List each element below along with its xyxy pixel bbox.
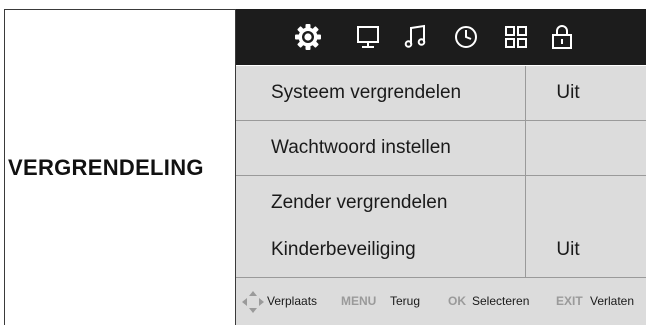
tab-lock[interactable] <box>542 17 582 57</box>
menu-item-channel-lock[interactable]: Zender vergrendelen <box>236 176 646 230</box>
monitor-icon <box>357 26 379 48</box>
tab-sound[interactable] <box>396 17 436 57</box>
menu-item-label: Wachtwoord instellen <box>271 137 451 158</box>
music-note-icon <box>404 24 426 48</box>
hint-menu-key: MENU <box>341 294 377 308</box>
hint-exit-key: EXIT <box>556 294 583 308</box>
menu-item-label: Systeem vergrendelen <box>271 82 462 103</box>
menu-item-value: Uit <box>556 239 580 260</box>
menu-item-value: Uit <box>556 82 580 103</box>
section-title: VERGRENDELING <box>8 155 204 180</box>
lock-icon <box>552 25 572 49</box>
frame-left-line <box>4 9 5 325</box>
menu-item-label: Kinderbeveiliging <box>271 239 416 260</box>
menu-item-value <box>526 176 610 230</box>
clock-icon <box>455 26 477 48</box>
dpad-icon <box>240 289 266 315</box>
hint-move-label: Verplaats <box>267 294 318 308</box>
lock-menu-panel: Systeem vergrendelen Uit Wachtwoord inst… <box>236 9 646 325</box>
key-hint-bar: Verplaats MENU Terug OK Selecteren EXIT … <box>236 278 646 325</box>
menu-item-value <box>526 121 610 175</box>
hint-back-label: Terug <box>390 294 421 308</box>
menu-item-system-lock[interactable]: Systeem vergrendelen Uit <box>236 66 646 120</box>
menu-tab-bar <box>236 9 646 65</box>
hint-ok-key: OK <box>448 294 466 308</box>
tab-time[interactable] <box>446 17 486 57</box>
hint-select-label: Selecteren <box>472 294 530 308</box>
menu-item-label: Zender vergrendelen <box>271 192 448 213</box>
gear-icon <box>295 24 321 50</box>
tab-picture[interactable] <box>348 17 388 57</box>
tab-settings[interactable] <box>288 17 328 57</box>
hint-exit-label: Verlaten <box>590 294 635 308</box>
grid-apps-icon <box>505 26 527 48</box>
frame-top-line <box>4 9 236 10</box>
tab-apps[interactable] <box>496 17 536 57</box>
menu-item-set-password[interactable]: Wachtwoord instellen <box>236 121 646 175</box>
menu-item-parental-control[interactable]: Kinderbeveiliging Uit <box>236 223 646 277</box>
